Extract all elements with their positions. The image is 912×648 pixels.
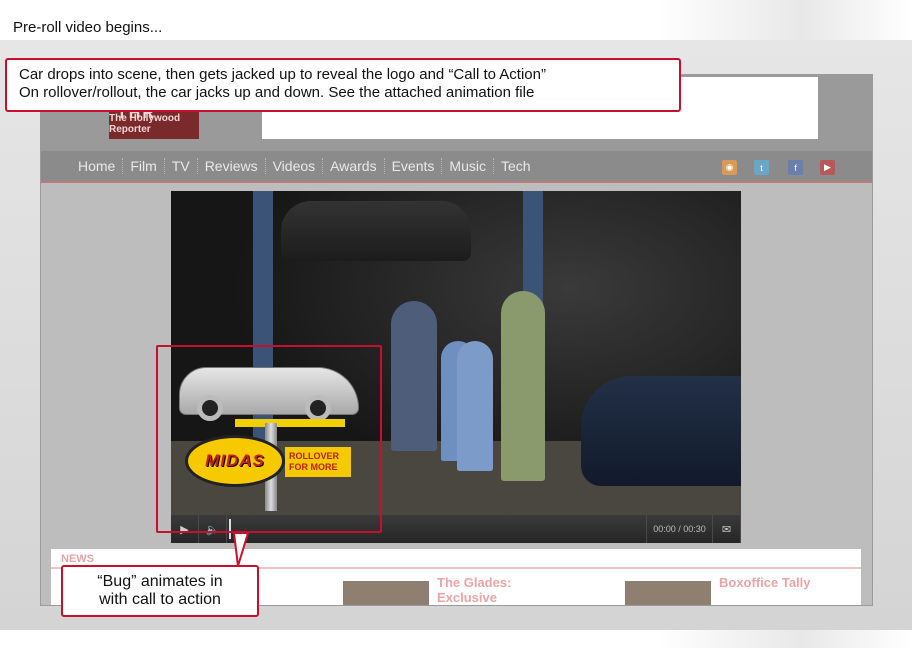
callout-bug-line1: “Bug” animates in <box>97 573 223 590</box>
person <box>501 291 545 481</box>
callout-bug-note: “Bug” animates in with call to action <box>61 565 259 617</box>
facebook-icon[interactable]: f <box>788 160 803 175</box>
news-thumbnail[interactable] <box>625 581 711 605</box>
rss-icon[interactable]: ◉ <box>722 160 737 175</box>
callout-line2: On rollover/rollout, the car jacks up an… <box>19 84 535 101</box>
suv-car <box>581 376 741 486</box>
callout-bug-line2: with call to action <box>99 591 221 608</box>
nav-item-videos[interactable]: Videos <box>266 158 324 174</box>
bug-highlight-box <box>156 345 382 533</box>
person <box>457 341 493 471</box>
nav-item-tv[interactable]: TV <box>165 158 198 174</box>
intro-text: Pre-roll video begins... <box>13 19 163 36</box>
callout-animation-note: Car drops into scene, then gets jacked u… <box>5 58 681 112</box>
person <box>391 301 437 451</box>
news-label: NEWS <box>61 553 94 565</box>
callout-line1: Car drops into scene, then gets jacked u… <box>19 66 546 83</box>
headline-boxoffice-tally[interactable]: Boxoffice Tally <box>719 575 859 590</box>
nav-item-reviews[interactable]: Reviews <box>198 158 266 174</box>
envelope-icon[interactable]: ✉ <box>713 515 741 543</box>
lifted-car <box>281 201 471 261</box>
timecode: 00:00 / 00:30 <box>647 515 713 543</box>
headline-the-glades[interactable]: The Glades: Exclusive <box>437 575 547 605</box>
twitter-icon[interactable]: t <box>754 160 769 175</box>
nav-item-events[interactable]: Events <box>385 158 443 174</box>
site-nav: Home Film TV Reviews Videos Awards Event… <box>41 151 872 183</box>
nav-item-awards[interactable]: Awards <box>323 158 385 174</box>
nav-item-film[interactable]: Film <box>123 158 165 174</box>
news-thumbnail[interactable] <box>343 581 429 605</box>
youtube-icon[interactable]: ▶ <box>820 160 835 175</box>
nav-item-music[interactable]: Music <box>442 158 494 174</box>
nav-item-home[interactable]: Home <box>71 158 124 174</box>
nav-item-tech[interactable]: Tech <box>494 158 538 174</box>
